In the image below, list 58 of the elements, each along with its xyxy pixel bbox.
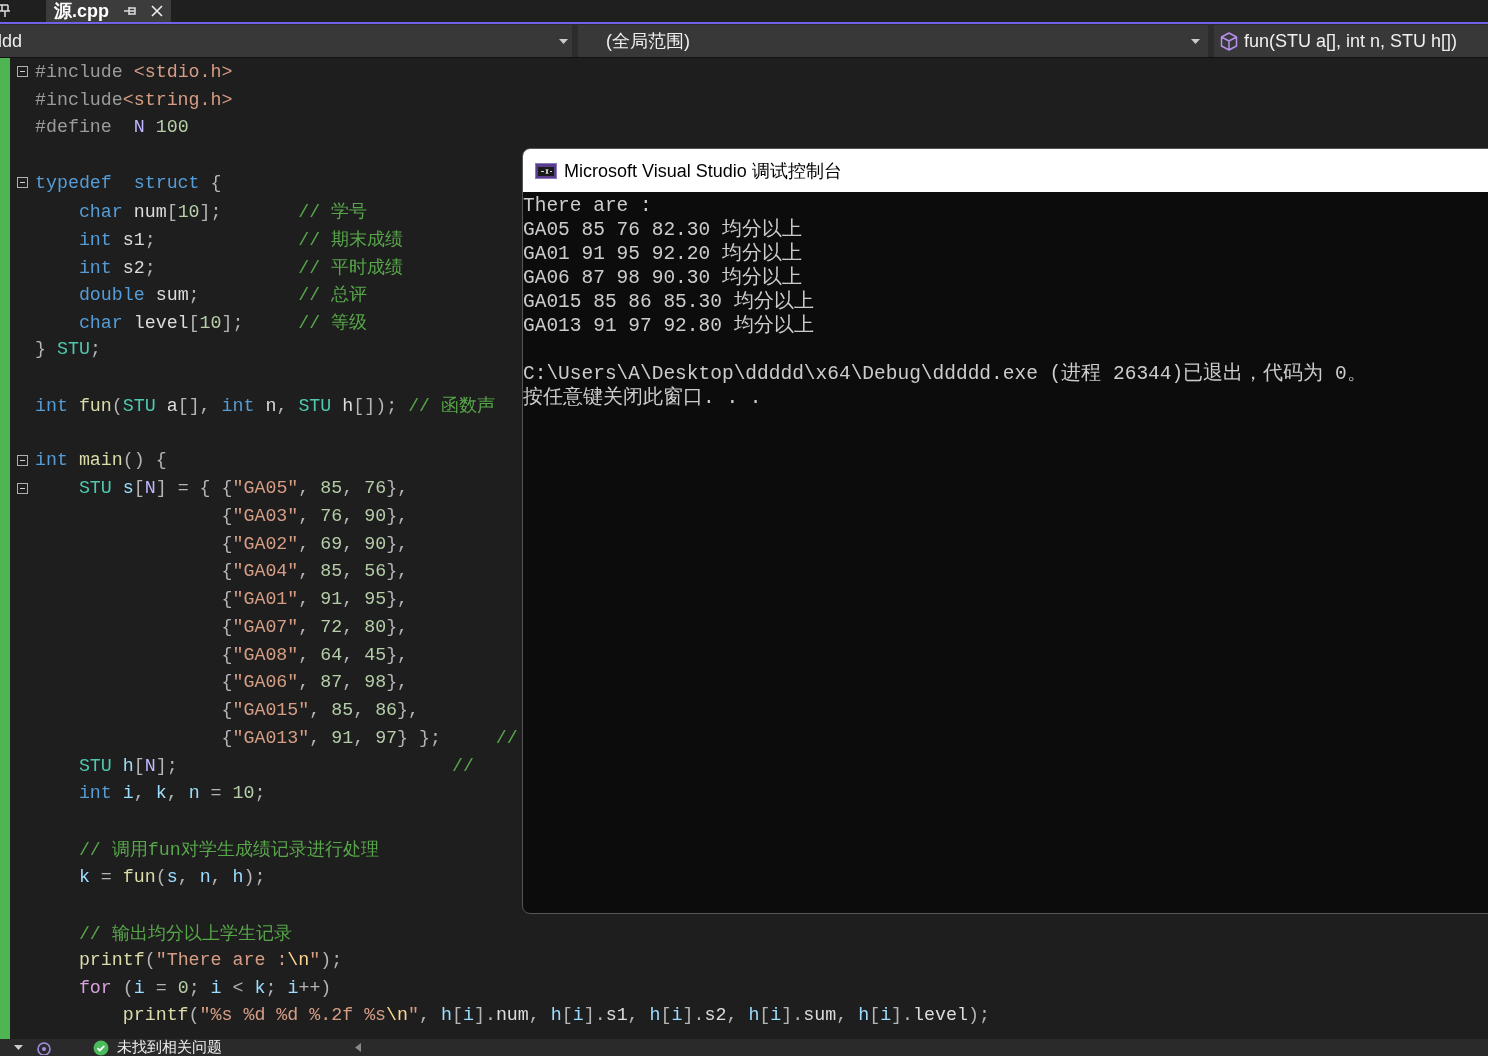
- code-line: {"GA01", 91, 95},: [220, 589, 409, 610]
- caret-icon: [559, 38, 568, 44]
- file-tab[interactable]: 源.cpp: [46, 0, 171, 22]
- project-dropdown[interactable]: ldd: [0, 25, 572, 57]
- code-line: STU s[N] = { {"GA05", 85, 76},: [77, 478, 409, 499]
- code-line: {"GA013", 91, 97} }; //: [220, 727, 518, 748]
- caret-icon: [1191, 38, 1200, 44]
- code-line: {"GA07", 72, 80},: [220, 616, 409, 637]
- code-line: double sum; // 总评: [77, 284, 368, 307]
- pin-icon[interactable]: [0, 4, 10, 18]
- console-output-line: GA015 85 86 85.30 均分以上: [523, 290, 815, 314]
- code-line: int s1; // 期末成绩: [77, 228, 404, 251]
- pin-icon[interactable]: [123, 6, 137, 16]
- code-line: for (i = 0; i < k; i++): [77, 977, 332, 998]
- code-line: #include<string.h>: [35, 89, 233, 110]
- code-line: {"GA02", 69, 90},: [220, 533, 409, 554]
- code-line: int main() {: [35, 450, 167, 471]
- code-line: } STU;: [35, 339, 101, 360]
- code-line: {"GA03", 76, 90},: [220, 505, 409, 526]
- code-line: // 调用fun对学生成绩记录进行处理: [77, 839, 379, 862]
- close-icon[interactable]: [151, 5, 163, 17]
- console-output-line: GA01 91 95 92.20 均分以上: [523, 242, 803, 266]
- check-icon: [93, 1039, 109, 1056]
- code-line: k = fun(s, n, h);: [77, 866, 266, 887]
- code-line: {"GA06", 87, 98},: [220, 672, 409, 693]
- code-line: int i, k, n = 10;: [77, 783, 266, 804]
- code-line: char level[10]; // 等级: [77, 312, 368, 335]
- collapse-icon[interactable]: [17, 454, 28, 466]
- collapse-icon[interactable]: [17, 66, 28, 78]
- console-title: Microsoft Visual Studio 调试控制台: [564, 159, 842, 183]
- scope-dropdown[interactable]: (全局范围): [578, 25, 1208, 57]
- code-line: typedef struct {: [35, 172, 222, 193]
- code-line: char num[10]; // 学号: [77, 201, 368, 224]
- code-line: int fun(STU a[], int n, STU h[]); // 函数声: [35, 395, 496, 418]
- scroll-left-icon[interactable]: [355, 1043, 361, 1052]
- code-line: #include <stdio.h>: [35, 61, 233, 82]
- code-line: #define N 100: [35, 117, 189, 138]
- console-output-line: GA013 91 97 92.80 均分以上: [523, 314, 815, 338]
- console-output-line: GA06 87 98 90.30 均分以上: [523, 266, 803, 290]
- issues-status[interactable]: 未找到相关问题: [93, 1038, 343, 1056]
- caret-icon[interactable]: [14, 1045, 23, 1050]
- code-line: printf("There are :\n");: [77, 949, 343, 970]
- collapse-icon[interactable]: [17, 177, 28, 189]
- code-line: printf("%s %d %d %.2f %s\n", h[i].num, h[i].s1, h[i].s2, h[i].sum, h[i].level);: [121, 1005, 990, 1026]
- code-line: STU h[N]; //: [77, 755, 474, 776]
- cube-icon: [1220, 31, 1238, 51]
- console-output-line: 按任意键关闭此窗口. . .: [523, 386, 763, 410]
- console-output-line: C:\Users\A\Desktop\ddddd\x64\Debug\ddddd.exe (进程 26344)已退出，代码为 0。: [523, 362, 1368, 386]
- code-line: {"GA04", 85, 56},: [220, 561, 409, 582]
- console-app-icon: [535, 162, 557, 179]
- code-line: int s2; // 平时成绩: [77, 256, 404, 279]
- collapse-icon[interactable]: [17, 482, 28, 494]
- member-dropdown[interactable]: fun(STU a[], int n, STU h[]): [1214, 25, 1488, 57]
- console-output-line: GA05 85 76 82.30 均分以上: [523, 218, 803, 242]
- code-line: {"GA08", 64, 45},: [220, 644, 409, 665]
- code-line: {"GA015", 85, 86},: [220, 700, 420, 721]
- console-output-line: There are :: [523, 194, 653, 218]
- code-line: // 输出均分以上学生记录: [77, 922, 292, 945]
